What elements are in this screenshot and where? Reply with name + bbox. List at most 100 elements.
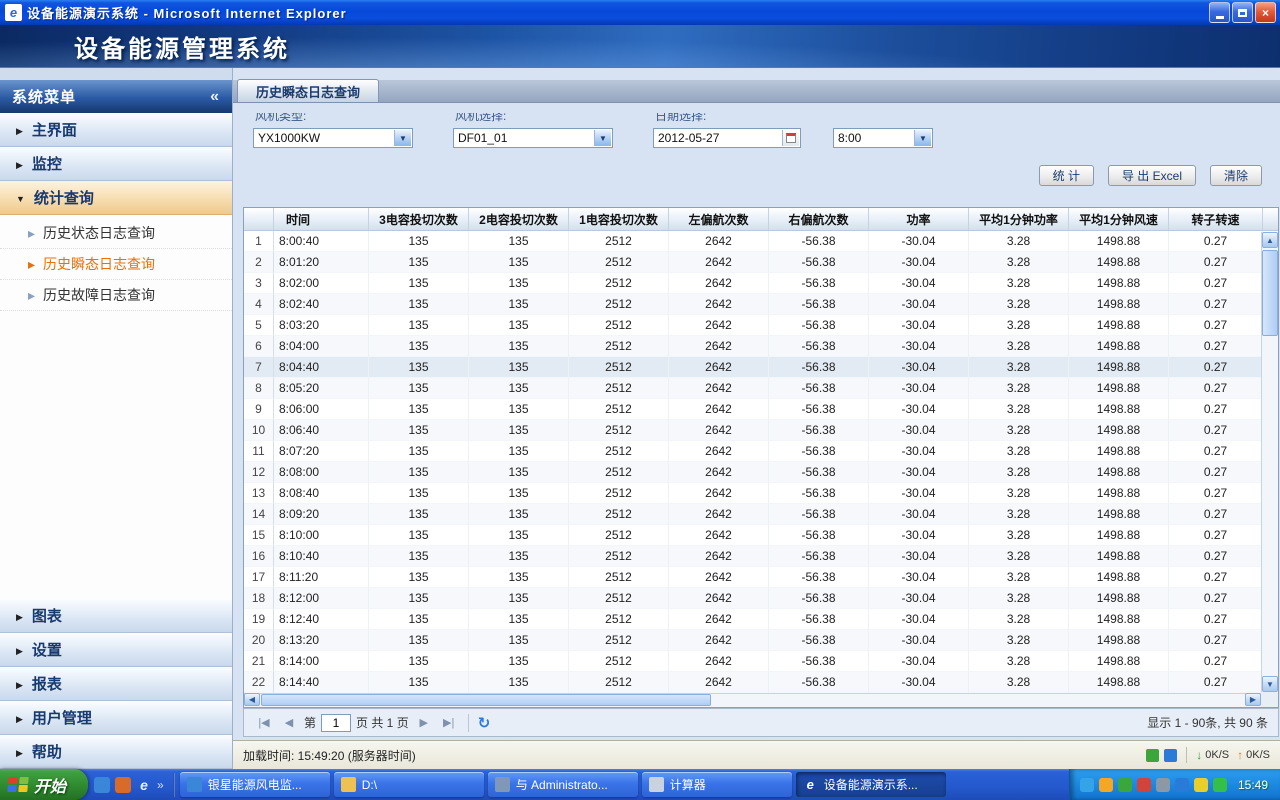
column-header[interactable]: 功率 (869, 208, 969, 230)
table-row[interactable]: 78:04:4013513525122642-56.38-30.043.2814… (244, 357, 1278, 378)
table-row[interactable]: 58:03:2013513525122642-56.38-30.043.2814… (244, 315, 1278, 336)
sidebar-subitem[interactable]: 历史故障日志查询 (0, 280, 232, 311)
chevron-down-icon[interactable] (394, 130, 411, 146)
tray-volume-icon[interactable] (1213, 778, 1227, 792)
table-row[interactable]: 148:09:2013513525122642-56.38-30.043.281… (244, 504, 1278, 525)
table-row[interactable]: 48:02:4013513525122642-56.38-30.043.2814… (244, 294, 1278, 315)
sidebar-item[interactable]: 帮助 (0, 735, 232, 769)
chevron-down-icon[interactable] (594, 130, 611, 146)
sidebar-item[interactable]: 报表 (0, 667, 232, 701)
sidebar-item[interactable]: 用户管理 (0, 701, 232, 735)
table-row[interactable]: 178:11:2013513525122642-56.38-30.043.281… (244, 567, 1278, 588)
column-header[interactable]: 转子转速 (1169, 208, 1263, 230)
taskbar-task-button[interactable]: D:\ (334, 772, 484, 797)
horizontal-scrollbar[interactable]: ◀ ▶ (244, 693, 1261, 707)
column-header[interactable]: 1电容投切次数 (569, 208, 669, 230)
scroll-up-icon[interactable]: ▲ (1262, 232, 1278, 248)
last-page-icon[interactable]: ▶| (439, 713, 459, 732)
calendar-icon[interactable] (782, 130, 799, 146)
tray-input-method-icon[interactable] (1156, 778, 1170, 792)
quicklaunch-app-icon[interactable] (115, 777, 131, 793)
sidebar-collapse-icon[interactable]: « (210, 88, 220, 106)
column-header[interactable]: 时间 (274, 208, 369, 230)
chevron-down-icon[interactable] (914, 130, 931, 146)
table-row[interactable]: 228:14:4013513525122642-56.38-30.043.281… (244, 672, 1278, 693)
page-number-input[interactable] (321, 714, 351, 732)
time-select[interactable]: 8:00 (833, 128, 933, 148)
fan-type-select[interactable]: YX1000KW (253, 128, 413, 148)
column-header[interactable]: 2电容投切次数 (469, 208, 569, 230)
column-header[interactable]: 平均1分钟风速 (1069, 208, 1169, 230)
table-row[interactable]: 138:08:4013513525122642-56.38-30.043.281… (244, 483, 1278, 504)
tray-antivirus-icon[interactable] (1137, 778, 1151, 792)
quicklaunch-overflow-icon[interactable]: » (157, 778, 164, 792)
quicklaunch-desktop-icon[interactable] (94, 777, 110, 793)
tab-history-transient-log[interactable]: 历史瞬态日志查询 (237, 79, 379, 102)
table-cell: 135 (369, 252, 469, 273)
tray-energy-icon[interactable] (1194, 778, 1208, 792)
sidebar-subitem[interactable]: 历史状态日志查询 (0, 218, 232, 249)
column-header[interactable]: 右偏航次数 (769, 208, 869, 230)
table-row[interactable]: 218:14:0013513525122642-56.38-30.043.281… (244, 651, 1278, 672)
table-row[interactable]: 88:05:2013513525122642-56.38-30.043.2814… (244, 378, 1278, 399)
statistics-button[interactable]: 统 计 (1039, 165, 1094, 186)
taskbar-task-button[interactable]: e 设备能源演示系... (796, 772, 946, 797)
task-label: 设备能源演示系... (824, 776, 918, 793)
table-row[interactable]: 38:02:0013513525122642-56.38-30.043.2814… (244, 273, 1278, 294)
sidebar-item[interactable]: 图表 (0, 599, 232, 633)
sidebar-subitem[interactable]: 历史瞬态日志查询 (0, 249, 232, 280)
sidebar-item[interactable]: 设置 (0, 633, 232, 667)
quicklaunch-ie-icon[interactable]: e (136, 777, 152, 793)
vertical-scrollbar[interactable]: ▲ ▼ (1261, 232, 1278, 692)
table-cell: 135 (369, 294, 469, 315)
column-header[interactable]: 左偏航次数 (669, 208, 769, 230)
taskbar-task-button[interactable]: 计算器 (642, 772, 792, 797)
minimize-button[interactable] (1209, 2, 1230, 23)
refresh-icon[interactable]: ↻ (478, 714, 491, 732)
table-row[interactable]: 128:08:0013513525122642-56.38-30.043.281… (244, 462, 1278, 483)
sidebar-item[interactable]: 监控 (0, 147, 232, 181)
next-page-icon[interactable]: ▶ (414, 713, 434, 732)
table-row[interactable]: 18:00:4013513525122642-56.38-30.043.2814… (244, 231, 1278, 252)
scroll-down-icon[interactable]: ▼ (1262, 676, 1278, 692)
grid-body: 18:00:4013513525122642-56.38-30.043.2814… (244, 231, 1278, 693)
table-row[interactable]: 98:06:0013513525122642-56.38-30.043.2814… (244, 399, 1278, 420)
fan-select[interactable]: DF01_01 (453, 128, 613, 148)
scroll-right-icon[interactable]: ▶ (1245, 693, 1261, 706)
prev-page-icon[interactable]: ◀ (279, 713, 299, 732)
date-field[interactable]: 2012-05-27 (653, 128, 801, 148)
start-button[interactable]: 开始 (0, 769, 88, 800)
tray-im-icon[interactable] (1080, 778, 1094, 792)
column-header[interactable]: 平均1分钟功率 (969, 208, 1069, 230)
maximize-button[interactable] (1232, 2, 1253, 23)
column-header[interactable]: 3电容投切次数 (369, 208, 469, 230)
tray-network-icon[interactable] (1175, 778, 1189, 792)
table-cell: 135 (369, 672, 469, 693)
first-page-icon[interactable]: |◀ (254, 713, 274, 732)
table-row[interactable]: 208:13:2013513525122642-56.38-30.043.281… (244, 630, 1278, 651)
horizontal-scroll-thumb[interactable] (261, 694, 711, 706)
export-excel-button[interactable]: 导 出 Excel (1108, 165, 1196, 186)
clear-button[interactable]: 清除 (1210, 165, 1262, 186)
table-row[interactable]: 118:07:2013513525122642-56.38-30.043.281… (244, 441, 1278, 462)
table-row[interactable]: 198:12:4013513525122642-56.38-30.043.281… (244, 609, 1278, 630)
scroll-left-icon[interactable]: ◀ (244, 693, 260, 706)
close-button[interactable]: × (1255, 2, 1276, 23)
speed-arrow-icon: ↑ (1237, 748, 1243, 762)
sidebar-item[interactable]: 主界面 (0, 113, 232, 147)
window-titlebar[interactable]: 设备能源演示系统 - Microsoft Internet Explorer × (0, 0, 1280, 25)
table-row[interactable]: 158:10:0013513525122642-56.38-30.043.281… (244, 525, 1278, 546)
main-area: 历史瞬态日志查询 风机类型: 风机选择: 日期选择: YX1000KW DF01… (233, 68, 1280, 740)
table-row[interactable]: 188:12:0013513525122642-56.38-30.043.281… (244, 588, 1278, 609)
tray-download-icon[interactable] (1099, 778, 1113, 792)
vertical-scroll-thumb[interactable] (1262, 250, 1278, 336)
taskbar-task-button[interactable]: 银星能源风电监... (180, 772, 330, 797)
sidebar-item-statistics[interactable]: 统计查询 (0, 181, 232, 215)
table-row[interactable]: 68:04:0013513525122642-56.38-30.043.2814… (244, 336, 1278, 357)
table-cell: 1498.88 (1069, 252, 1169, 273)
tray-safety-icon[interactable] (1118, 778, 1132, 792)
table-row[interactable]: 28:01:2013513525122642-56.38-30.043.2814… (244, 252, 1278, 273)
table-row[interactable]: 168:10:4013513525122642-56.38-30.043.281… (244, 546, 1278, 567)
taskbar-task-button[interactable]: 与 Administrato... (488, 772, 638, 797)
table-row[interactable]: 108:06:4013513525122642-56.38-30.043.281… (244, 420, 1278, 441)
